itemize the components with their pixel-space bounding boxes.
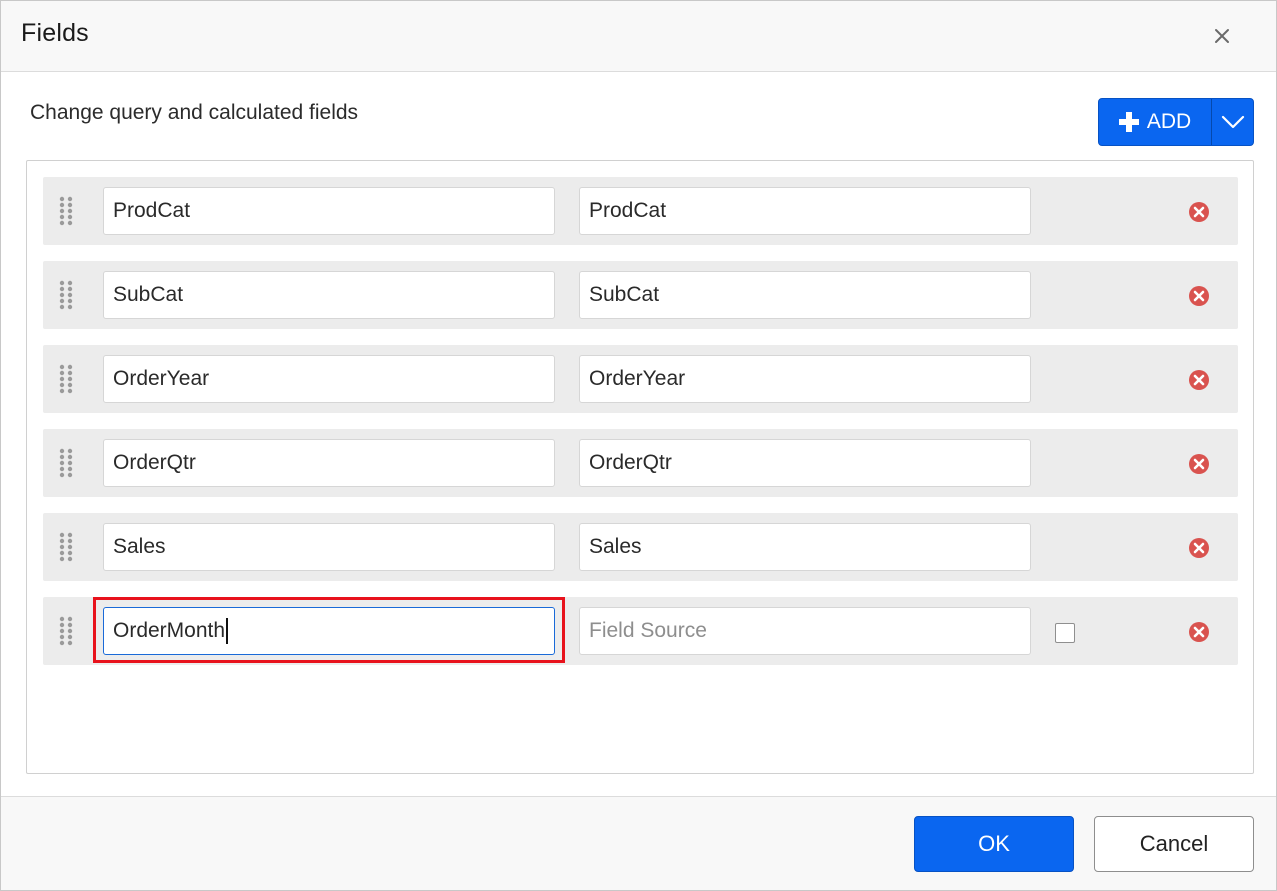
- dialog-title: Fields: [21, 19, 89, 47]
- field-row: OrderYear OrderYear: [43, 345, 1238, 413]
- field-name-input[interactable]: Sales: [103, 523, 555, 571]
- drag-handle-icon[interactable]: [57, 616, 75, 646]
- drag-handle-icon[interactable]: [57, 448, 75, 478]
- close-icon: [1215, 29, 1229, 43]
- drag-handle-icon[interactable]: [57, 196, 75, 226]
- cancel-button[interactable]: Cancel: [1094, 816, 1254, 872]
- add-dropdown-button[interactable]: [1212, 99, 1253, 145]
- add-button-label: ADD: [1146, 110, 1192, 133]
- field-row: SubCat SubCat: [43, 261, 1238, 329]
- close-button[interactable]: [1207, 21, 1237, 51]
- plus-icon: [1118, 112, 1139, 132]
- field-source-input[interactable]: SubCat: [579, 271, 1031, 319]
- dialog-header: Fields: [1, 1, 1276, 72]
- field-name-input[interactable]: SubCat: [103, 271, 555, 319]
- remove-circle-icon[interactable]: [1188, 201, 1210, 223]
- field-name-value: Sales: [113, 535, 166, 558]
- field-source-input[interactable]: ProdCat: [579, 187, 1031, 235]
- field-row: OrderMonth Field Source: [43, 597, 1238, 665]
- field-name-value: OrderQtr: [113, 451, 196, 474]
- drag-handle-icon[interactable]: [57, 280, 75, 310]
- drag-handle-icon[interactable]: [57, 532, 75, 562]
- ok-button[interactable]: OK: [914, 816, 1074, 872]
- field-name-input[interactable]: ProdCat: [103, 187, 555, 235]
- add-split-button: ADD: [1098, 98, 1254, 146]
- field-source-value: OrderYear: [589, 367, 686, 390]
- field-source-value: ProdCat: [589, 199, 667, 222]
- field-name-input[interactable]: OrderMonth: [103, 607, 555, 655]
- dialog-footer: OK Cancel: [1, 796, 1276, 890]
- remove-circle-icon[interactable]: [1188, 621, 1210, 643]
- field-row: ProdCat ProdCat: [43, 177, 1238, 245]
- chevron-down-icon: [1221, 115, 1244, 129]
- remove-circle-icon[interactable]: [1188, 285, 1210, 307]
- field-source-input[interactable]: Field Source: [579, 607, 1031, 655]
- field-name-input[interactable]: OrderQtr: [103, 439, 555, 487]
- fields-dialog: Fields Change query and calculated field…: [0, 0, 1277, 891]
- field-source-value: Sales: [589, 535, 642, 558]
- field-source-value: OrderQtr: [589, 451, 672, 474]
- remove-circle-icon[interactable]: [1188, 369, 1210, 391]
- fields-list: ProdCat ProdCat SubCat SubCat OrderYear Order…: [26, 160, 1254, 774]
- remove-circle-icon[interactable]: [1188, 537, 1210, 559]
- field-name-value: SubCat: [113, 283, 184, 306]
- text-caret: [226, 618, 228, 644]
- field-name-value: ProdCat: [113, 199, 191, 222]
- section-subtitle: Change query and calculated fields: [30, 101, 359, 124]
- field-name-input[interactable]: OrderYear: [103, 355, 555, 403]
- field-source-input[interactable]: Sales: [579, 523, 1031, 571]
- field-name-value: OrderMonth: [113, 619, 226, 642]
- add-button[interactable]: ADD: [1099, 99, 1211, 145]
- field-source-placeholder: Field Source: [589, 619, 707, 642]
- field-source-input[interactable]: OrderQtr: [579, 439, 1031, 487]
- field-source-input[interactable]: OrderYear: [579, 355, 1031, 403]
- field-row: OrderQtr OrderQtr: [43, 429, 1238, 497]
- drag-handle-icon[interactable]: [57, 364, 75, 394]
- field-source-value: SubCat: [589, 283, 660, 306]
- calculated-field-checkbox[interactable]: [1055, 623, 1075, 643]
- remove-circle-icon[interactable]: [1188, 453, 1210, 475]
- field-name-value: OrderYear: [113, 367, 210, 390]
- field-row: Sales Sales: [43, 513, 1238, 581]
